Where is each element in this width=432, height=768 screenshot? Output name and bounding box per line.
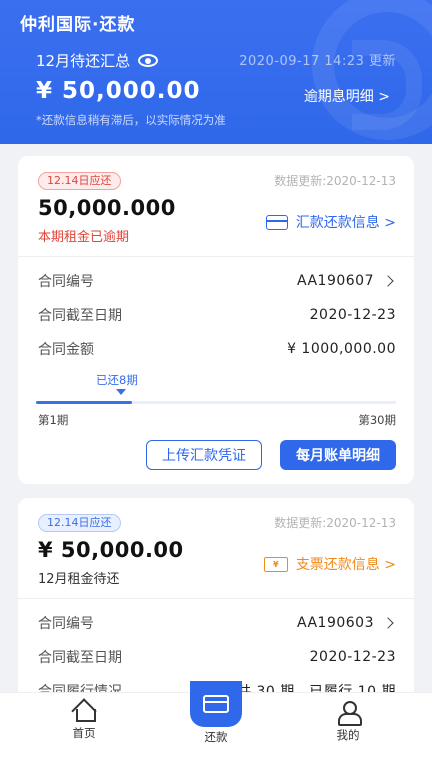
progress-track — [36, 401, 396, 404]
row-label: 合同编号 — [38, 274, 94, 290]
divider — [18, 598, 414, 599]
row-value-wrap: AA190603 — [297, 615, 396, 631]
overdue-interest-link[interactable]: 逾期息明细 > — [304, 86, 390, 106]
summary-label: 12月待还汇总 — [36, 52, 131, 70]
remittance-info-label: 汇款还款信息 > — [295, 215, 396, 231]
contract-end-date-row: 合同截至日期 2020-12-23 — [38, 304, 396, 326]
user-icon — [336, 701, 362, 726]
bottom-tab-bar: 首页 还款 我的 — [0, 681, 432, 768]
data-update-time: 数据更新:2020-12-13 — [274, 516, 396, 530]
progress-fill — [36, 401, 133, 404]
contract-amount-row: 合同金额 ¥ 1000,000.00 — [38, 338, 396, 360]
eye-icon[interactable] — [138, 54, 159, 67]
row-label: 合同截至日期 — [38, 650, 122, 666]
app-title: 仲利国际·还款 — [20, 15, 136, 35]
tab-mine[interactable]: 我的 — [308, 701, 388, 743]
tab-mine-label: 我的 — [336, 728, 360, 742]
upload-remittance-voucher-button[interactable]: 上传汇款凭证 — [146, 440, 262, 470]
cheque-info-label: 支票还款信息 > — [295, 557, 396, 573]
summary-label-row: 12月待还汇总 — [36, 50, 159, 71]
data-update-time: 数据更新:2020-12-13 — [274, 174, 396, 188]
total-amount: ¥ 50,000.00 — [36, 78, 201, 104]
cheque-icon: ¥ — [263, 556, 288, 572]
tab-home[interactable]: 首页 — [44, 701, 124, 741]
wallet-icon — [203, 695, 229, 713]
contract-end-date-row: 合同截至日期 2020-12-23 — [38, 646, 396, 668]
row-value: ¥ 1000,000.00 — [287, 341, 396, 357]
row-value: 2020-12-23 — [309, 307, 396, 323]
due-badge: 12.14日应还 — [38, 172, 121, 190]
chevron-right-icon — [382, 275, 394, 287]
cheque-info-link[interactable]: ¥ 支票还款信息 > — [263, 554, 396, 574]
card-amount: 50,000.000 — [38, 196, 176, 220]
progress-tip: 已还8期 — [96, 373, 138, 387]
contract-number-row[interactable]: 合同编号 AA190607 — [38, 270, 396, 292]
tab-repay-label: 还款 — [204, 730, 228, 744]
repay-tab-bubble[interactable] — [190, 681, 242, 727]
summary-header: 仲利国际·还款 12月待还汇总 2020-09-17 14:23 更新 ¥ 50… — [0, 0, 432, 144]
chevron-right-icon — [382, 617, 394, 629]
remittance-info-link[interactable]: 汇款还款信息 > — [265, 212, 396, 232]
divider — [18, 256, 414, 257]
bank-card-icon — [265, 214, 288, 230]
update-time: 2020-09-17 14:23 更新 — [239, 54, 396, 69]
monthly-bill-detail-button[interactable]: 每月账单明细 — [280, 440, 396, 470]
home-icon — [72, 701, 96, 722]
card-amount: ¥ 50,000.00 — [38, 538, 184, 562]
notice-text: *还款信息稍有滞后，以实际情况为准 — [36, 113, 226, 127]
progress-start-label: 第1期 — [38, 413, 69, 427]
row-value: 2020-12-23 — [309, 649, 396, 665]
row-label: 合同截至日期 — [38, 308, 122, 324]
contract-number-row[interactable]: 合同编号 AA190603 — [38, 612, 396, 634]
card-status: 12月租金待还 — [38, 572, 120, 587]
tab-home-label: 首页 — [72, 726, 96, 740]
row-label: 合同金额 — [38, 342, 94, 358]
row-value: AA190607 — [297, 273, 374, 289]
card-status: 本期租金已逾期 — [38, 230, 130, 245]
progress-pointer — [116, 389, 126, 395]
contract-card: 12.14日应还 数据更新:2020-12-13 50,000.000 本期租金… — [18, 156, 414, 484]
row-label: 合同编号 — [38, 616, 94, 632]
row-value: AA190603 — [297, 615, 374, 631]
row-value-wrap: AA190607 — [297, 273, 396, 289]
due-badge: 12.14日应还 — [38, 514, 121, 532]
progress-end-label: 第30期 — [358, 413, 396, 427]
